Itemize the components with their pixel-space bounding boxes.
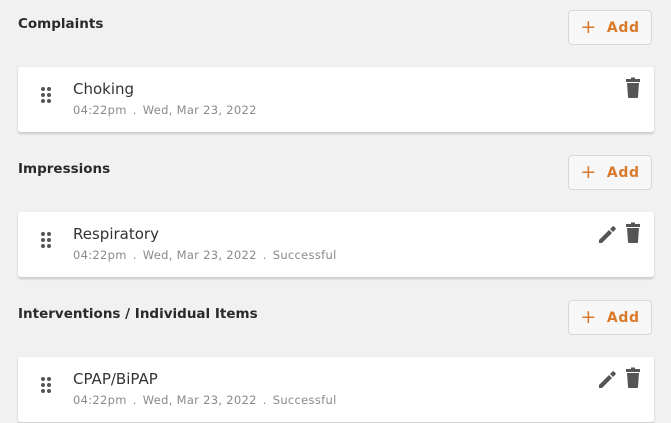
meta-separator: . bbox=[132, 393, 137, 407]
section-title-complaints: Complaints bbox=[18, 16, 104, 32]
item-status: Successful bbox=[272, 248, 337, 262]
intervention-card: CPAP/BiPAP 04:22pm. Wed, Mar 23, 2022. Suc… bbox=[18, 357, 654, 423]
section-title-impressions: Impressions bbox=[18, 161, 111, 177]
item-date: Wed, Mar 23, 2022 bbox=[142, 103, 257, 117]
delete-button[interactable] bbox=[623, 222, 643, 244]
add-complaint-button[interactable]: + Add bbox=[568, 10, 652, 45]
item-name: CPAP/BiPAP bbox=[73, 370, 158, 388]
trash-icon bbox=[626, 367, 640, 388]
item-meta: 04:22pm. Wed, Mar 23, 2022 bbox=[73, 102, 257, 118]
section-title-interventions: Interventions / Individual Items bbox=[18, 306, 258, 322]
pencil-icon bbox=[599, 371, 616, 388]
item-time: 04:22pm bbox=[73, 393, 127, 407]
item-meta: 04:22pm. Wed, Mar 23, 2022. Successful bbox=[73, 247, 337, 263]
add-impression-button[interactable]: + Add bbox=[568, 155, 652, 190]
complaint-card: Choking 04:22pm. Wed, Mar 23, 2022 bbox=[18, 67, 654, 133]
meta-separator: . bbox=[132, 103, 137, 117]
item-date: Wed, Mar 23, 2022 bbox=[142, 393, 257, 407]
edit-button[interactable] bbox=[597, 367, 617, 389]
drag-handle-icon[interactable] bbox=[40, 231, 52, 249]
drag-handle-icon[interactable] bbox=[40, 376, 52, 394]
meta-separator: . bbox=[132, 248, 137, 262]
add-intervention-button[interactable]: + Add bbox=[568, 300, 652, 335]
plus-icon: + bbox=[580, 16, 597, 38]
add-button-label: Add bbox=[606, 309, 640, 326]
item-status: Successful bbox=[272, 393, 337, 407]
trash-icon bbox=[626, 77, 640, 98]
item-date: Wed, Mar 23, 2022 bbox=[142, 248, 257, 262]
plus-icon: + bbox=[580, 306, 597, 328]
pencil-icon bbox=[599, 226, 616, 243]
impression-card: Respiratory 04:22pm. Wed, Mar 23, 2022. Su… bbox=[18, 212, 654, 278]
item-time: 04:22pm bbox=[73, 103, 127, 117]
item-name: Respiratory bbox=[73, 225, 159, 243]
delete-button[interactable] bbox=[623, 367, 643, 389]
item-name: Choking bbox=[73, 80, 135, 98]
drag-handle-icon[interactable] bbox=[40, 86, 52, 104]
item-meta: 04:22pm. Wed, Mar 23, 2022. Successful bbox=[73, 392, 337, 408]
delete-button[interactable] bbox=[623, 77, 643, 99]
meta-separator: . bbox=[262, 393, 267, 407]
add-button-label: Add bbox=[606, 19, 640, 36]
add-button-label: Add bbox=[606, 164, 640, 181]
meta-separator: . bbox=[262, 248, 267, 262]
item-time: 04:22pm bbox=[73, 248, 127, 262]
edit-button[interactable] bbox=[597, 222, 617, 244]
plus-icon: + bbox=[580, 161, 597, 183]
trash-icon bbox=[626, 222, 640, 243]
